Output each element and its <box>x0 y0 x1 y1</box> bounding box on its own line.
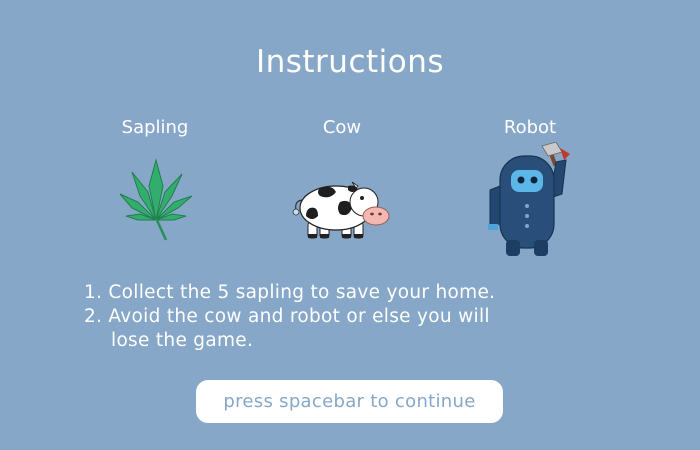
robot-label: Robot <box>503 117 557 138</box>
robot-with-axe-icon <box>484 141 580 264</box>
instruction-item-2: 2. Avoid the cow and robot or else you w… <box>84 306 490 327</box>
cow-icon <box>290 178 394 246</box>
instruction-item-1: 1. Collect the 5 sapling to save your ho… <box>84 282 496 303</box>
instructions-list: 1. Collect the 5 sapling to save your ho… <box>84 281 604 353</box>
sapling-label: Sapling <box>121 117 189 138</box>
page-title: Instructions <box>255 44 445 80</box>
sapling-leaf-icon <box>118 158 194 248</box>
instruction-item-2-continued: lose the game. <box>111 330 254 351</box>
continue-button[interactable]: press spacebar to continue <box>196 380 503 423</box>
continue-button-label: press spacebar to continue <box>223 391 476 412</box>
cow-label: Cow <box>322 117 362 138</box>
